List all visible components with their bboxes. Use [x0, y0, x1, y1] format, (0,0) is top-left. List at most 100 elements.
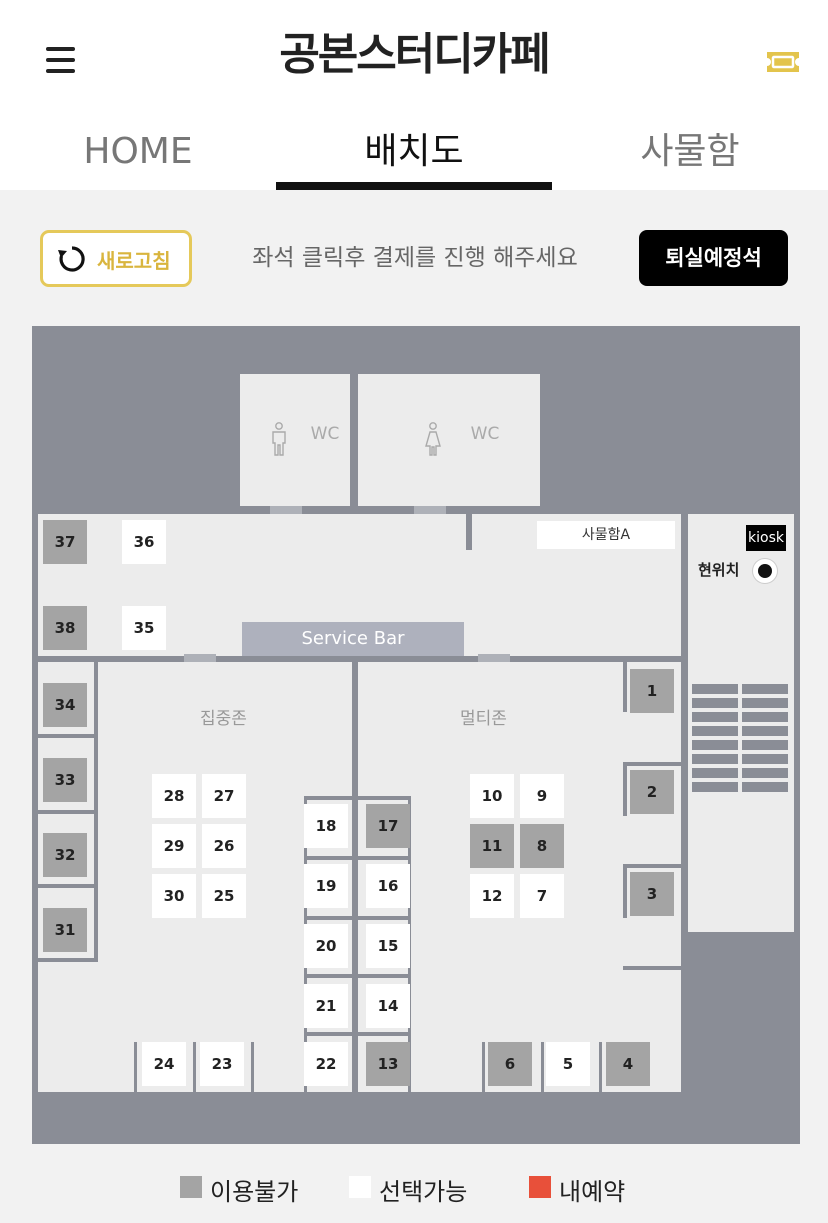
main-floor: [38, 514, 681, 1092]
wall: [304, 856, 410, 860]
legend-swatch: [349, 1176, 371, 1198]
seat-15[interactable]: 15: [366, 924, 410, 968]
seat-25[interactable]: 25: [202, 874, 246, 918]
seat-31[interactable]: 31: [43, 908, 87, 952]
wall: [623, 864, 627, 918]
wall: [541, 1042, 544, 1092]
seat-38[interactable]: 38: [43, 606, 87, 650]
refresh-button[interactable]: 새로고침: [40, 230, 192, 287]
seat-32[interactable]: 32: [43, 833, 87, 877]
seat-14[interactable]: 14: [366, 984, 410, 1028]
seat-37[interactable]: 37: [43, 520, 87, 564]
app-header: 공본스터디카페 HOME 배치도 사물함: [0, 0, 828, 190]
seat-35[interactable]: 35: [122, 606, 166, 650]
tab-locker[interactable]: 사물함: [552, 120, 828, 190]
wall: [251, 1042, 254, 1092]
ticket-icon[interactable]: [764, 48, 802, 76]
seat-24[interactable]: 24: [142, 1042, 186, 1086]
door: [270, 506, 302, 514]
locker-a-label: 사물함A: [537, 521, 675, 549]
seat-11[interactable]: 11: [470, 824, 514, 868]
door: [184, 654, 216, 662]
legend-label: 내예약: [559, 1178, 626, 1206]
checkout-seat-button[interactable]: 퇴실예정석: [639, 230, 788, 286]
seat-7[interactable]: 7: [520, 874, 564, 918]
wall: [134, 1042, 137, 1092]
wall: [482, 1042, 485, 1092]
wall: [623, 762, 681, 766]
kiosk: kiosk: [746, 525, 786, 551]
legend-label: 이용불가: [210, 1178, 299, 1206]
seat-19[interactable]: 19: [304, 864, 348, 908]
door: [478, 654, 510, 662]
seat-2[interactable]: 2: [630, 770, 674, 814]
wall: [599, 1042, 602, 1092]
service-bar: Service Bar: [242, 622, 464, 656]
tab-home[interactable]: HOME: [0, 120, 276, 190]
refresh-icon: [58, 246, 85, 272]
current-location-icon: [753, 559, 777, 583]
hamburger-menu-icon[interactable]: [46, 47, 76, 75]
stairs: [692, 684, 790, 796]
seat-8[interactable]: 8: [520, 824, 564, 868]
wall: [38, 734, 94, 738]
wall: [352, 662, 358, 1092]
active-tab-indicator: [276, 182, 552, 190]
seat-29[interactable]: 29: [152, 824, 196, 868]
mens-wc: WC: [240, 374, 350, 506]
seat-34[interactable]: 34: [43, 683, 87, 727]
wall: [623, 966, 681, 970]
seat-10[interactable]: 10: [470, 774, 514, 818]
seat-26[interactable]: 26: [202, 824, 246, 868]
wall: [304, 796, 410, 800]
seat-36[interactable]: 36: [122, 520, 166, 564]
focus-zone-label: 집중존: [200, 709, 247, 729]
seat-5[interactable]: 5: [546, 1042, 590, 1086]
seat-27[interactable]: 27: [202, 774, 246, 818]
seat-33[interactable]: 33: [43, 758, 87, 802]
wall: [623, 762, 627, 816]
app-title: 공본스터디카페: [279, 29, 550, 80]
door: [414, 506, 446, 514]
seat-30[interactable]: 30: [152, 874, 196, 918]
legend-swatch: [529, 1176, 551, 1198]
refresh-label: 새로고침: [97, 249, 171, 273]
wall: [623, 662, 627, 712]
seat-28[interactable]: 28: [152, 774, 196, 818]
seat-20[interactable]: 20: [304, 924, 348, 968]
instruction-text: 좌석 클릭후 결제를 진행 해주세요: [252, 245, 578, 271]
current-location-label: 현위치: [698, 561, 740, 579]
seat-1[interactable]: 1: [630, 669, 674, 713]
wall: [304, 916, 410, 920]
wall: [682, 566, 688, 604]
seat-21[interactable]: 21: [304, 984, 348, 1028]
wall: [466, 514, 472, 550]
seat-6[interactable]: 6: [488, 1042, 532, 1086]
wall: [38, 884, 94, 888]
seat-13[interactable]: 13: [366, 1042, 410, 1086]
legend-swatch: [180, 1176, 202, 1198]
womens-wc: WC: [358, 374, 540, 506]
seat-17[interactable]: 17: [366, 804, 410, 848]
wall: [38, 810, 94, 814]
multi-zone-label: 멀티존: [460, 709, 507, 729]
seat-23[interactable]: 23: [200, 1042, 244, 1086]
seat-18[interactable]: 18: [304, 804, 348, 848]
wall: [38, 656, 681, 662]
seat-map: WC WC 사물함A Service Bar kiosk 현위치 집중존 멀티존…: [32, 326, 800, 1144]
wall: [94, 662, 98, 962]
tab-seat-map[interactable]: 배치도: [276, 120, 552, 190]
wall: [304, 974, 410, 978]
legend-label: 선택가능: [379, 1178, 468, 1206]
wall: [623, 864, 681, 868]
seat-3[interactable]: 3: [630, 872, 674, 916]
wall: [38, 958, 94, 962]
seat-22[interactable]: 22: [304, 1042, 348, 1086]
seat-12[interactable]: 12: [470, 874, 514, 918]
seat-9[interactable]: 9: [520, 774, 564, 818]
wall: [304, 1032, 410, 1036]
wall: [193, 1042, 196, 1092]
seat-16[interactable]: 16: [366, 864, 410, 908]
wc-label: WC: [470, 424, 500, 444]
seat-4[interactable]: 4: [606, 1042, 650, 1086]
